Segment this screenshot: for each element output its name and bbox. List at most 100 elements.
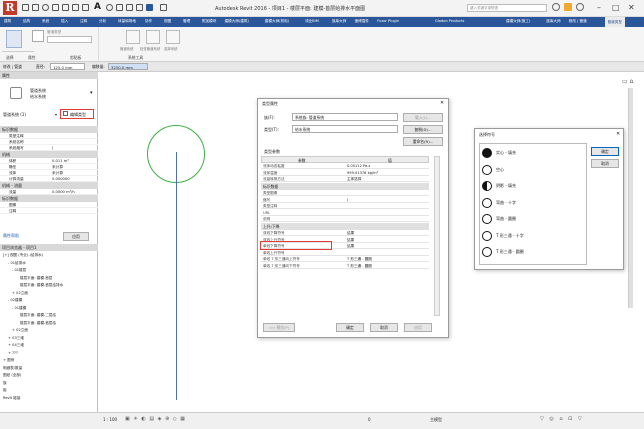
ribbon-tab[interactable]: 速博插件 — [355, 19, 369, 24]
ribbon-tab[interactable]: 结构 — [23, 19, 30, 24]
select-system-icon[interactable] — [166, 30, 180, 44]
type-apply-button[interactable]: 应用 — [404, 323, 432, 332]
symbol-item[interactable]: 弯曲 - 圆圈 — [479, 211, 583, 227]
open-icon[interactable] — [22, 4, 29, 11]
ribbon-tab[interactable]: 视图 — [164, 19, 171, 24]
param-row[interactable]: 双线下降符号 结果 — [261, 230, 429, 236]
ribbon-tab[interactable]: 修改 | 管道 — [569, 19, 587, 24]
browser-tree-item[interactable]: + 02立面 — [12, 328, 28, 333]
browser-tree-item[interactable]: + 03三维 — [8, 336, 24, 341]
browser-tree-item[interactable]: 楼层平面: 建模-首层给 — [20, 321, 56, 326]
close-hidden-icon[interactable] — [136, 4, 143, 11]
subscription-icon[interactable] — [564, 3, 572, 11]
view-cube-icon[interactable]: ▭ ⌂ — [622, 78, 633, 85]
ribbon-tab[interactable]: Fuzor Plugin — [377, 19, 399, 23]
preview-button[interactable]: << 预览(P) — [263, 323, 295, 332]
param-row[interactable]: 类型图像 — [261, 190, 429, 196]
param-value[interactable]: 结果 — [347, 238, 354, 243]
param-value[interactable]: T 形三通 - 圆圈 — [347, 257, 372, 262]
print-icon[interactable] — [72, 4, 79, 11]
browser-tree-item[interactable]: 组 — [3, 388, 7, 393]
search-icon[interactable] — [552, 3, 560, 11]
ribbon-tab[interactable]: 附加模块 — [202, 19, 216, 24]
ribbon-tab[interactable]: 管道类型 — [604, 17, 625, 27]
type-ok-button[interactable]: 确定 — [336, 323, 364, 332]
type-cancel-button[interactable]: 取消 — [370, 323, 398, 332]
param-value[interactable]: 主体选择 — [347, 177, 361, 182]
param-row[interactable]: 流体动态粘度 0.00112 Pa-s — [261, 163, 429, 169]
ribbon-tab[interactable]: 建模大师(施工) — [506, 19, 530, 24]
properties-section-header[interactable]: 标识数据 — [0, 195, 98, 202]
view-scale[interactable]: 1 : 100 — [103, 417, 117, 422]
duplicate-button[interactable]: 复制(D)... — [403, 125, 443, 134]
undo-icon[interactable] — [52, 4, 59, 11]
symbol-item[interactable]: T 形三通 - 圆圈 — [479, 244, 583, 260]
browser-tree-item[interactable]: 族 — [3, 381, 7, 386]
browser-tree-item[interactable]: - 01建模 — [12, 306, 26, 311]
browser-tree-item[interactable]: - 02建模 — [8, 298, 22, 303]
ribbon-tab[interactable]: 建筑 — [4, 19, 11, 24]
switch-windows-icon[interactable] — [146, 4, 153, 11]
ribbon-tab[interactable]: 分析 — [99, 19, 106, 24]
maximize-icon[interactable]: □ — [612, 3, 620, 12]
customize-icon[interactable] — [160, 4, 167, 11]
active-model[interactable]: 主模型 — [430, 417, 442, 423]
param-value[interactable]: 999.01378 kg/m³ — [347, 171, 378, 175]
symbol-ok-button[interactable]: 确定 — [591, 147, 619, 156]
measure-icon[interactable] — [82, 4, 89, 11]
thin-lines-icon[interactable] — [126, 4, 133, 11]
ribbon-tab[interactable]: 族库大师 — [332, 19, 346, 24]
browser-tree-item[interactable]: - 01给排水 — [8, 261, 26, 266]
browser-tree-item[interactable]: 明细表/数量 — [3, 366, 22, 371]
type-select[interactable]: 给水系统 — [292, 125, 398, 133]
param-row[interactable]: 单线 T 形三通向下符号 T 形三通 - 圆圈 — [261, 263, 429, 269]
ribbon-tab[interactable]: 建模大师(机电) — [265, 19, 289, 24]
rename-button[interactable]: 重命名(R)... — [403, 137, 443, 146]
browser-tree-item[interactable]: 楼层平面: 建模-二层给 — [20, 313, 56, 318]
param-row[interactable]: 类型注释 — [261, 203, 429, 209]
browser-tree-item[interactable]: + ??? — [8, 351, 18, 355]
ribbon-tab[interactable]: 插入 — [61, 19, 68, 24]
properties-section-header[interactable]: 机械 — [0, 151, 98, 158]
property-row[interactable]: 注释 — [0, 208, 98, 214]
browser-tree-item[interactable]: 图纸 (全部) — [3, 373, 21, 378]
param-row[interactable]: 流体温度 999.01378 kg/m³ — [261, 170, 429, 176]
browser-tree-item[interactable]: [+] 视图 (专业)-(给排水) — [3, 253, 43, 258]
properties-apply-button[interactable]: 应用 — [63, 232, 89, 241]
browser-tree-item[interactable]: + 图例 — [3, 358, 14, 363]
diameter-field[interactable]: 125.0 mm — [50, 63, 85, 70]
symbol-item[interactable]: 空心 — [479, 162, 583, 178]
search-input[interactable]: 键入关键字或短语 — [467, 4, 547, 12]
ribbon-tab[interactable]: 管理 — [183, 19, 190, 24]
view-control-icons[interactable]: ▣ ☀ ◐ ▤ ◈ ⊕ ◇ ▦ — [125, 416, 186, 422]
vertical-scrollbar[interactable] — [628, 88, 633, 308]
param-row[interactable]: 说明 — [261, 216, 429, 222]
symbol-item[interactable]: 弯曲 - 十字 — [479, 195, 583, 211]
symbol-dialog-close-icon[interactable]: ✕ — [616, 131, 620, 137]
family-select[interactable]: 系统族: 管道系统 — [292, 113, 398, 121]
param-value[interactable]: 0.00112 Pa-s — [347, 164, 370, 168]
ribbon-tab[interactable]: 族库大师 — [546, 19, 560, 24]
section-icon[interactable] — [116, 4, 123, 11]
param-row[interactable]: 缩写 J — [261, 197, 429, 203]
browser-tree-item[interactable]: + 04三维 — [8, 343, 24, 348]
selection-filter-icons[interactable]: ▽ ◎ ⌂ ⊡ ▽ — [540, 416, 584, 422]
properties-icon[interactable] — [32, 30, 44, 42]
browser-tree-item[interactable]: 楼层平面: 建模-首层给排水 — [20, 283, 63, 288]
param-row[interactable]: 单线 T 形三通向上符号 T 形三通 - 圆圈 — [261, 256, 429, 262]
symbol-cancel-button[interactable]: 取消 — [591, 159, 619, 168]
ribbon-tab[interactable]: 注释 — [80, 19, 87, 24]
redo-icon[interactable] — [62, 4, 69, 11]
edit-type-icon[interactable] — [63, 111, 68, 116]
revit-logo[interactable]: R — [3, 1, 17, 15]
properties-section-header[interactable]: 标识数据 — [0, 126, 98, 133]
save-icon[interactable] — [32, 4, 39, 11]
param-group-header[interactable]: 上升/下降 — [261, 222, 429, 230]
pipe-system-icon[interactable] — [126, 30, 140, 44]
browser-tree-item[interactable]: 楼层平面: 建模-首层 — [20, 276, 52, 281]
close-icon[interactable]: ✕ — [628, 3, 635, 12]
browser-tree-item[interactable]: + 02立面 — [12, 291, 28, 296]
param-row[interactable]: 单线上升符号 — [261, 250, 429, 256]
type-dropdown-arrow-icon[interactable]: ▾ — [90, 90, 93, 96]
help-icon[interactable] — [576, 3, 584, 11]
